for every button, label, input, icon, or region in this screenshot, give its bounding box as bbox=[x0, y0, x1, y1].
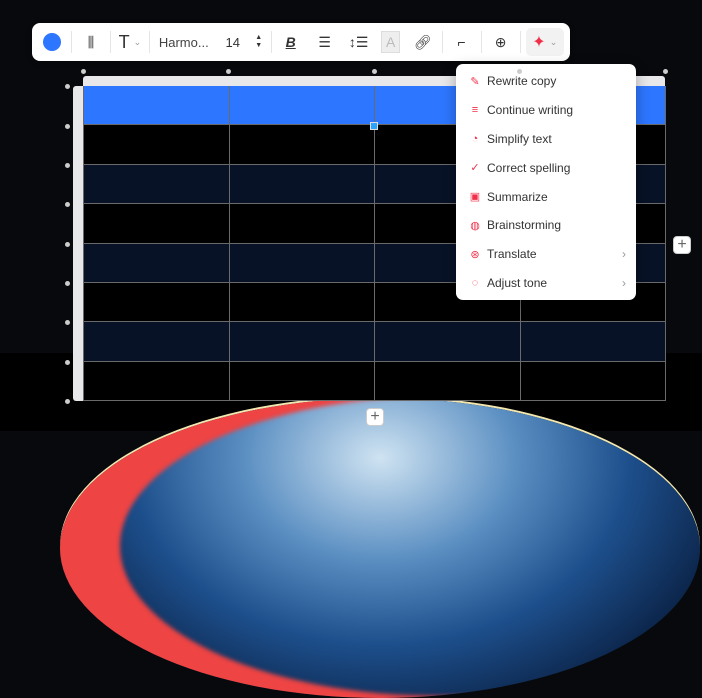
spell-check-icon: ✓ bbox=[470, 162, 480, 175]
column-handle[interactable] bbox=[372, 69, 377, 74]
format-painter-button[interactable]: ⌐ bbox=[448, 28, 476, 56]
align-center-icon: ☰ bbox=[318, 33, 331, 50]
simplify-icon: ◔ bbox=[471, 132, 479, 145]
menu-item-continue-writing[interactable]: ≡ Continue writing bbox=[456, 96, 636, 125]
brain-icon: ◍ bbox=[470, 219, 480, 232]
row-handle[interactable] bbox=[65, 124, 70, 129]
row-handle[interactable] bbox=[65, 281, 70, 286]
menu-item-brainstorming[interactable]: ◍ Brainstorming bbox=[456, 211, 636, 240]
column-handle[interactable] bbox=[81, 69, 86, 74]
chevron-down-icon: ⌄ bbox=[133, 36, 142, 47]
menu-item-label: Simplify text bbox=[487, 131, 552, 146]
comment-button[interactable]: ⊕ bbox=[487, 28, 515, 56]
row-handle[interactable] bbox=[65, 242, 70, 247]
column-divider bbox=[83, 86, 84, 401]
row-handle[interactable] bbox=[65, 84, 70, 89]
comment-add-icon: ⊕ bbox=[494, 33, 507, 50]
font-size-value: 14 bbox=[225, 34, 240, 50]
spacing-icon: ⫼ bbox=[87, 33, 95, 50]
font-size-stepper[interactable]: ▲ ▼ bbox=[252, 28, 266, 56]
ai-assistant-button[interactable]: ✦ ⌄ bbox=[525, 28, 565, 56]
ai-menu: ✎ Rewrite copy ≡ Continue writing ◔ Simplify … bbox=[456, 64, 636, 300]
font-size-input[interactable]: 14 bbox=[214, 28, 252, 56]
translate-icon: ⊛ bbox=[470, 248, 480, 261]
row-handle[interactable] bbox=[65, 399, 70, 404]
chevron-right-icon: › bbox=[622, 275, 626, 290]
menu-item-label: Continue writing bbox=[487, 103, 574, 118]
column-divider bbox=[228, 86, 230, 401]
column-handle[interactable] bbox=[517, 69, 522, 74]
font-family-select[interactable]: Harmo... bbox=[155, 28, 214, 56]
link-icon: 🔗︎ bbox=[413, 33, 432, 50]
add-column-button[interactable]: + bbox=[673, 236, 691, 254]
bold-icon: B bbox=[285, 34, 296, 50]
line-height-button[interactable]: ↕☰ bbox=[345, 28, 373, 56]
column-handle[interactable] bbox=[226, 69, 231, 74]
line-height-icon: ↕☰ bbox=[348, 33, 369, 50]
text-effect-icon: A bbox=[380, 31, 401, 53]
column-handle[interactable] bbox=[663, 69, 668, 74]
earth-image bbox=[60, 398, 700, 698]
row-handle[interactable] bbox=[65, 320, 70, 325]
menu-item-label: Adjust tone bbox=[487, 275, 548, 290]
text-style-button[interactable]: T ⌄ bbox=[116, 28, 144, 56]
column-divider bbox=[665, 86, 666, 401]
magic-wand-icon: ✎ bbox=[470, 75, 480, 88]
cell-resize-handle[interactable] bbox=[370, 122, 378, 130]
text-toolbar: ⫼ T ⌄ Harmo... 14 ▲ ▼ B ☰ ↕☰ A 🔗︎ ⌐ ⊕ ✦ ⌄ bbox=[32, 23, 570, 61]
row-header-bar[interactable] bbox=[73, 86, 83, 401]
bold-button[interactable]: B bbox=[277, 28, 305, 56]
menu-item-label: Correct spelling bbox=[487, 160, 571, 175]
link-button[interactable]: 🔗︎ bbox=[409, 28, 437, 56]
color-swatch bbox=[43, 33, 61, 51]
menu-item-adjust-tone[interactable]: ◌ Adjust tone › bbox=[456, 269, 636, 298]
menu-item-label: Translate bbox=[487, 247, 537, 262]
row-handle[interactable] bbox=[65, 163, 70, 168]
menu-item-label: Rewrite copy bbox=[487, 74, 557, 89]
add-row-button[interactable]: + bbox=[366, 408, 384, 426]
text-icon: T bbox=[118, 31, 130, 52]
menu-item-simplify-text[interactable]: ◔ Simplify text bbox=[456, 125, 636, 154]
menu-item-correct-spelling[interactable]: ✓ Correct spelling bbox=[456, 153, 636, 182]
align-button[interactable]: ☰ bbox=[311, 28, 339, 56]
summarize-icon: ▣ bbox=[469, 191, 481, 204]
lines-icon: ≡ bbox=[471, 104, 479, 117]
menu-item-rewrite-copy[interactable]: ✎ Rewrite copy bbox=[456, 67, 636, 96]
chevron-down-icon: ⌄ bbox=[549, 36, 558, 47]
menu-item-translate[interactable]: ⊛ Translate › bbox=[456, 240, 636, 269]
fill-color-button[interactable] bbox=[38, 28, 66, 56]
menu-item-summarize[interactable]: ▣ Summarize bbox=[456, 182, 636, 211]
sparkle-icon: ✦ bbox=[532, 34, 546, 51]
row-handle[interactable] bbox=[65, 360, 70, 365]
column-divider bbox=[374, 86, 375, 401]
spacing-button[interactable]: ⫼ bbox=[77, 28, 105, 56]
font-name: Harmo... bbox=[158, 34, 209, 50]
tone-icon: ◌ bbox=[471, 276, 479, 289]
menu-item-label: Brainstorming bbox=[487, 218, 562, 233]
text-effect-button[interactable]: A bbox=[377, 28, 405, 56]
row-handle[interactable] bbox=[65, 202, 70, 207]
chevron-right-icon: › bbox=[622, 247, 626, 262]
paint-roller-icon: ⌐ bbox=[457, 34, 466, 50]
menu-item-label: Summarize bbox=[487, 189, 548, 204]
